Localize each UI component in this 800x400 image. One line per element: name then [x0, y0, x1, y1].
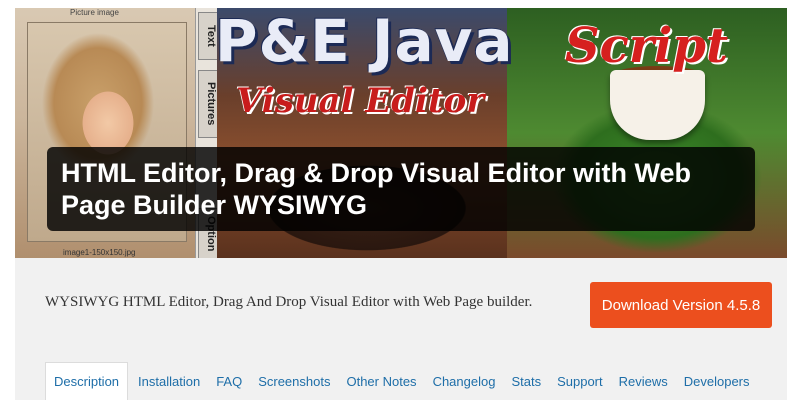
side-tab-pictures: Pictures [198, 70, 218, 138]
preview-caption-top: Picture image [70, 8, 119, 17]
short-description: WYSIWYG HTML Editor, Drag And Drop Visua… [45, 294, 533, 310]
preview-caption-bottom: image1-150x150.jpg [63, 248, 136, 257]
tab-developers[interactable]: Developers [676, 362, 758, 400]
banner-title-main: P&E Java [215, 7, 514, 75]
plugin-tabs: Description Installation FAQ Screenshots… [45, 362, 758, 400]
tab-stats[interactable]: Stats [503, 362, 549, 400]
coffee-cup-icon [610, 70, 705, 140]
banner-title-sub: Visual Editor [236, 81, 485, 121]
tab-description[interactable]: Description [45, 362, 129, 400]
tab-changelog[interactable]: Changelog [425, 362, 504, 400]
tab-support[interactable]: Support [549, 362, 611, 400]
tab-other-notes[interactable]: Other Notes [338, 362, 424, 400]
tab-screenshots[interactable]: Screenshots [250, 362, 338, 400]
plugin-title-box: HTML Editor, Drag & Drop Visual Editor w… [47, 147, 755, 231]
tab-reviews[interactable]: Reviews [611, 362, 676, 400]
banner-title-script: Script [565, 18, 729, 74]
tab-faq[interactable]: FAQ [208, 362, 250, 400]
download-button[interactable]: Download Version 4.5.8 [590, 282, 772, 328]
tab-installation[interactable]: Installation [130, 362, 208, 400]
plugin-title: HTML Editor, Drag & Drop Visual Editor w… [61, 158, 692, 220]
plugin-header: WYSIWYG HTML Editor, Drag And Drop Visua… [15, 258, 787, 400]
